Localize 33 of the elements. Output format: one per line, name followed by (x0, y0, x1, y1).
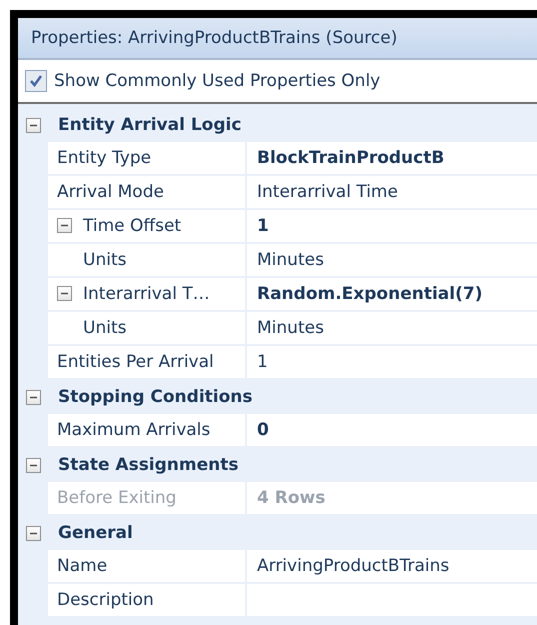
property-name: Arrival Mode (57, 182, 164, 202)
property-name: Entities Per Arrival (57, 352, 214, 372)
property-value[interactable]: 1 (247, 346, 537, 378)
property-value[interactable]: BlockTrainProductB (247, 142, 537, 174)
property-name: Name (57, 556, 108, 576)
collapse-toggle[interactable] (26, 390, 40, 404)
panel-title-bar: Properties: ArrivingProductBTrains (Source) (18, 18, 537, 60)
collapse-toggle[interactable] (57, 286, 72, 301)
category-heading: Entity Arrival Logic (57, 115, 242, 135)
property-value[interactable]: Minutes (247, 312, 537, 344)
property-name: Before Exiting (57, 488, 176, 508)
property-value[interactable]: 1 (247, 210, 537, 242)
property-name: Time Offset (83, 216, 182, 236)
property-value[interactable]: Random.Exponential(7) (247, 278, 537, 310)
property-name: Units (83, 250, 126, 270)
property-value[interactable]: Interarrival Time (247, 176, 537, 208)
category-heading: Stopping Conditions (57, 387, 253, 407)
property-value[interactable]: 0 (247, 414, 537, 446)
property-value[interactable]: Minutes (247, 244, 537, 276)
collapse-toggle[interactable] (57, 218, 72, 233)
category-heading: General (57, 523, 133, 543)
property-name: Maximum Arrivals (57, 420, 210, 440)
property-name: Interarrival T… (83, 284, 210, 304)
checkmark-icon (28, 73, 44, 89)
collapse-toggle[interactable] (26, 526, 40, 540)
checkbox[interactable] (25, 70, 47, 92)
collapse-toggle[interactable] (26, 118, 40, 132)
property-name: Entity Type (57, 148, 152, 168)
collapse-toggle[interactable] (26, 458, 40, 472)
property-value[interactable]: ArrivingProductBTrains (247, 550, 537, 582)
property-name: Units (83, 318, 126, 338)
category-heading: State Assignments (57, 455, 239, 475)
property-name: Description (57, 590, 154, 610)
